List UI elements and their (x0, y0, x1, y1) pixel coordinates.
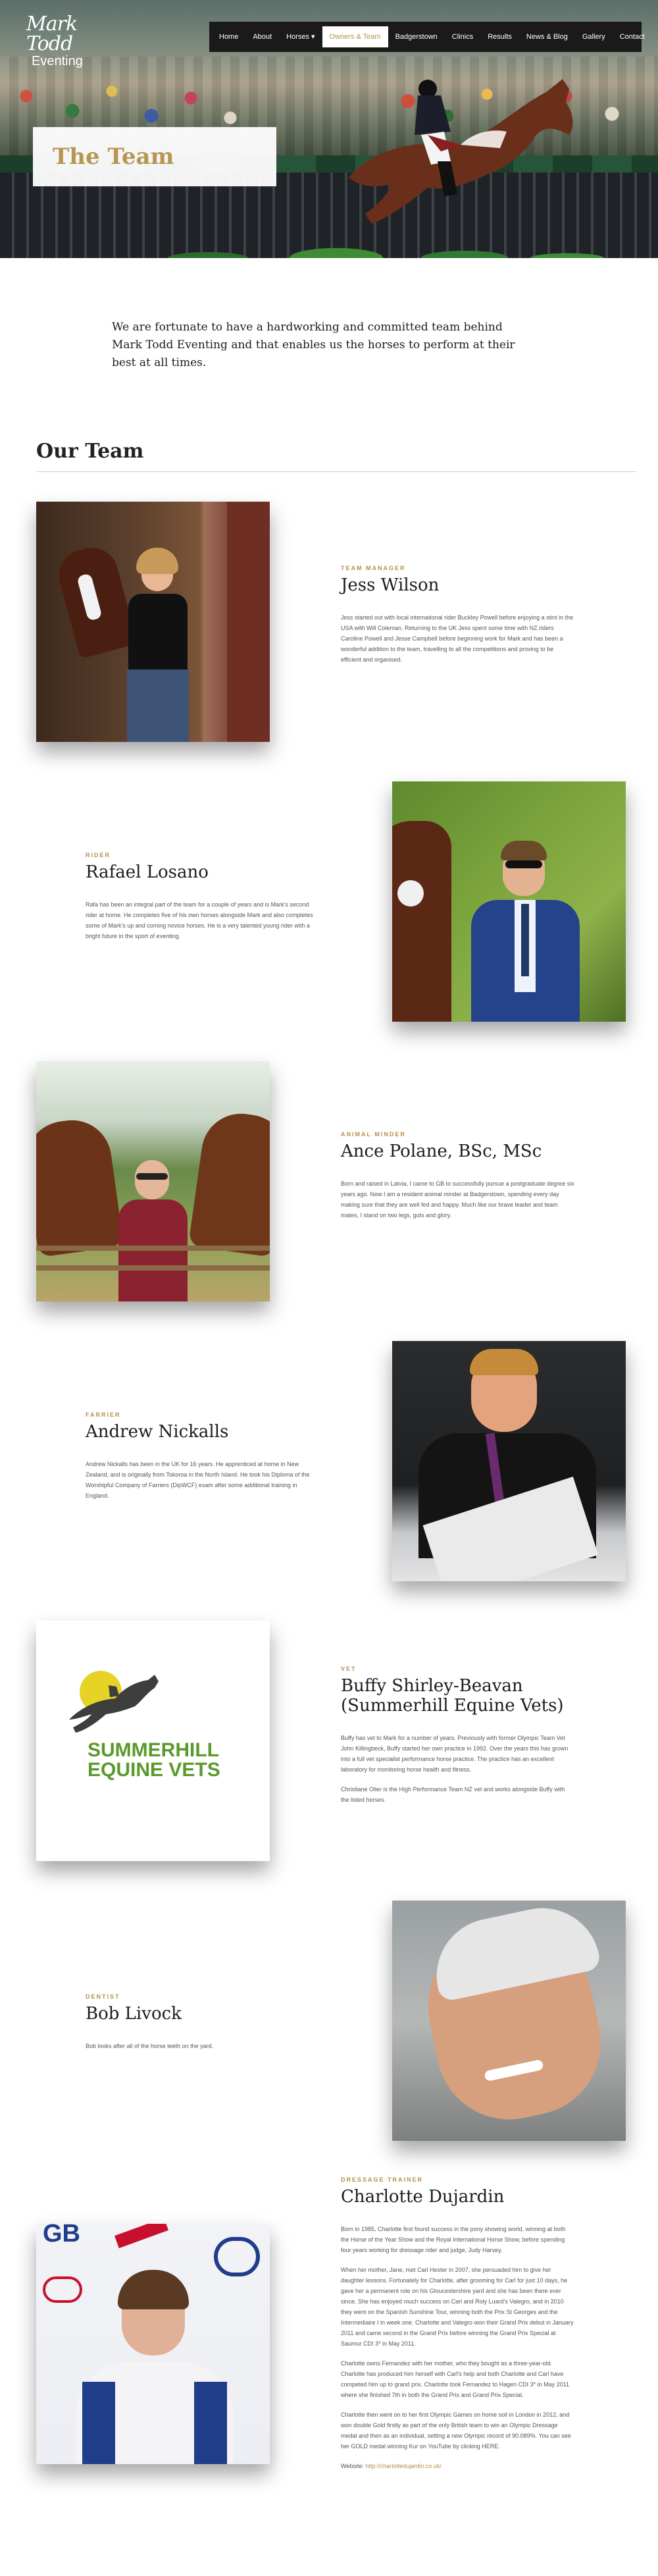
section-divider (36, 471, 636, 472)
gb-flag-text: GB (43, 2224, 80, 2247)
member-bio: Bob looks after all of the horse teeth o… (86, 2043, 214, 2049)
logo-sub-text: Eventing (32, 54, 83, 68)
horse-jump-icon (69, 1671, 159, 1733)
page-title: The Team (53, 144, 174, 170)
nav-owners-team[interactable]: Owners & Team (322, 26, 388, 47)
member-bio: Charlotte owns Fernandez with her mother… (341, 2360, 570, 2398)
member-card-andrew-nickalls: Farrier Andrew Nickalls Andrew Nickalls … (86, 1411, 319, 1510)
nav-home[interactable]: Home (212, 26, 245, 47)
member-bio: Born in 1985, Charlotte first found succ… (341, 2226, 566, 2253)
member-name: Andrew Nickalls (86, 1422, 229, 1442)
website-label: Website: (341, 2463, 364, 2469)
member-role: Farrier (86, 1411, 121, 1418)
member-role: Team Manager (341, 565, 406, 571)
nav-badgerstown[interactable]: Badgerstown (388, 26, 445, 47)
website-link[interactable]: http://charlottedujardin.co.uk/ (365, 2463, 442, 2469)
member-bio: Rafa has been an integral part of the te… (86, 901, 313, 939)
nav-clinics[interactable]: Clinics (445, 26, 480, 47)
nav-results[interactable]: Results (480, 26, 519, 47)
nav-gallery[interactable]: Gallery (575, 26, 613, 47)
main-nav: Home About Horses ▾ Owners & Team Badger… (209, 22, 645, 52)
member-role: Dentist (86, 1993, 120, 2000)
member-card-bob-livock: Dentist Bob Livock Bob looks after all o… (86, 1993, 319, 2061)
nav-horses[interactable]: Horses ▾ (279, 26, 322, 47)
member-website: Website: http://charlottedujardin.co.uk/ (341, 2461, 574, 2471)
member-photo-summerhill-logo: SUMMERHILL EQUINE VETS (36, 1621, 270, 1861)
nav-about[interactable]: About (245, 26, 279, 47)
member-photo-charlotte-dujardin: GB (36, 2224, 270, 2464)
site-logo[interactable]: Mark Todd Eventing (26, 13, 125, 69)
nav-contact[interactable]: Contact (613, 26, 652, 47)
hero-ferns (105, 197, 619, 258)
member-card-buffy-shirley-beavan: Vet Buffy Shirley-Beavan (Summerhill Equ… (341, 1666, 574, 1814)
member-bio: Christiane Olier is the High Performance… (341, 1786, 565, 1803)
page-title-box: The Team (33, 127, 276, 186)
member-photo-jess-wilson (36, 502, 270, 742)
member-photo-andrew-nickalls (392, 1341, 626, 1581)
logo-script-text: Mark Todd (26, 13, 78, 55)
nav-news-blog[interactable]: News & Blog (519, 26, 575, 47)
member-role: Dressage Trainer (341, 2176, 424, 2183)
intro-text: We are fortunate to have a hardworking a… (112, 321, 515, 369)
member-bio: Charlotte then went on to her first Olym… (341, 2411, 571, 2450)
member-role: Vet (341, 1666, 357, 1672)
section-title: Our Team (36, 440, 144, 463)
member-bio: Andrew Nickalls has been in the UK for 1… (86, 1461, 310, 1499)
member-name: Bob Livock (86, 2004, 182, 2024)
member-card-ance-polane: Animal Minder Ance Polane, BSc, MSc Born… (341, 1131, 574, 1230)
vet-logo-line1: SUMMERHILL (88, 1739, 219, 1761)
member-card-charlotte-dujardin: Dressage Trainer Charlotte Dujardin Born… (341, 2176, 574, 2481)
member-photo-rafael-losano (392, 781, 626, 1022)
member-bio: Born and raised in Latvia, I came to GB … (341, 1180, 574, 1219)
member-bio: Buffy has vet to Mark for a number of ye… (341, 1735, 569, 1773)
member-bio: When her mother, Jane, met Carl Hester i… (341, 2267, 574, 2347)
hero-banner: Mark Todd Eventing Home About Horses ▾ O… (0, 0, 658, 258)
member-name: Rafael Losano (86, 862, 209, 882)
member-name: Buffy Shirley-Beavan (Summerhill Equine … (341, 1676, 564, 1716)
member-name: Charlotte Dujardin (341, 2187, 505, 2207)
member-name: Ance Polane, BSc, MSc (341, 1142, 542, 1161)
member-card-jess-wilson: Team Manager Jess Wilson Jess started ou… (341, 565, 574, 674)
member-name: Jess Wilson (341, 575, 440, 595)
vet-logo-line2: EQUINE VETS (88, 1759, 220, 1781)
member-photo-bob-livock (392, 1901, 626, 2141)
member-photo-ance-polane (36, 1061, 270, 1301)
member-card-rafael-losano: Rider Rafael Losano Rafa has been an int… (86, 852, 319, 951)
member-bio: Jess started out with local internationa… (341, 614, 574, 663)
member-role: Animal Minder (341, 1131, 406, 1138)
member-role: Rider (86, 852, 111, 858)
